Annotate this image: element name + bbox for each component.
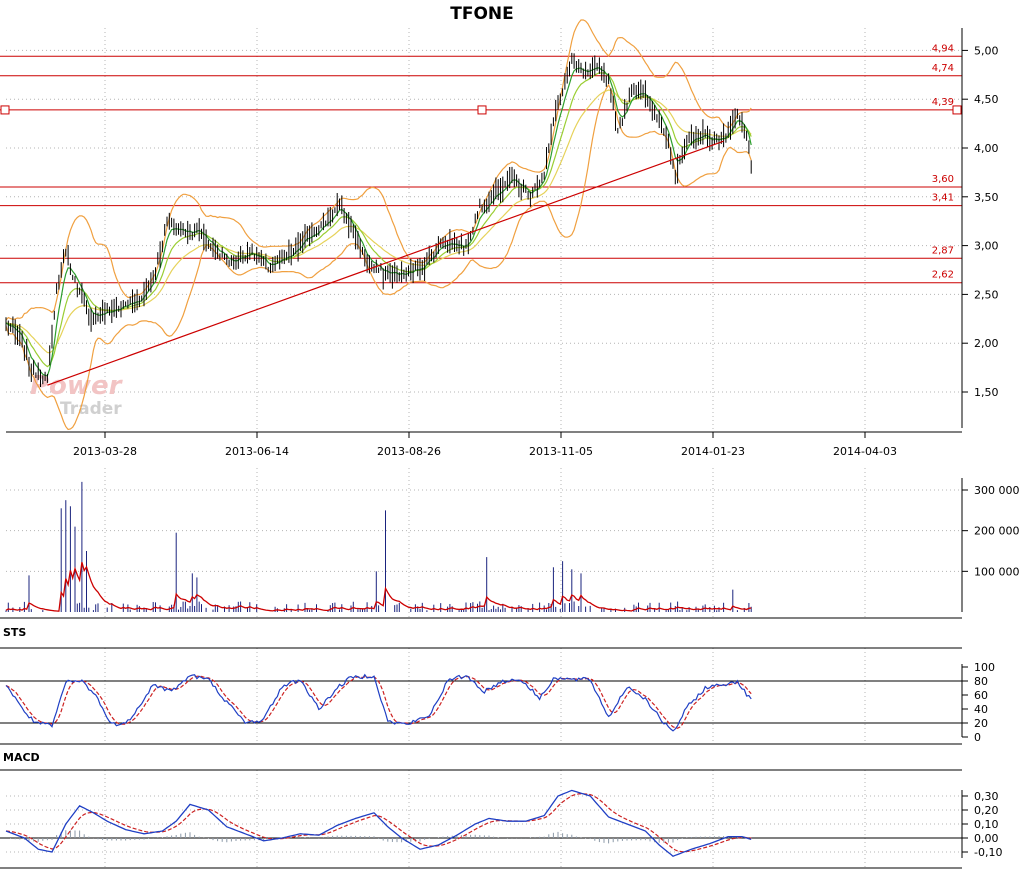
volume-y-tick-label: 100 000 xyxy=(974,565,1020,578)
price-y-tick-label: 2,00 xyxy=(974,337,999,350)
level-label: 4,94 xyxy=(932,43,954,54)
x-tick-label: 2013-03-28 xyxy=(73,445,137,458)
price-y-tick-label: 4,50 xyxy=(974,93,999,106)
x-tick-label: 2013-11-05 xyxy=(529,445,593,458)
macd-y-tick-label: 0,30 xyxy=(974,790,999,803)
sts-panel xyxy=(0,647,962,745)
ma-mid-line xyxy=(5,72,752,368)
price-y-tick-label: 3,00 xyxy=(974,240,999,253)
sts-y-tick-label: 100 xyxy=(974,661,995,674)
level-label: 3,60 xyxy=(932,174,954,185)
sts-y-tick-label: 0 xyxy=(974,731,981,744)
price-y-tick-label: 2,50 xyxy=(974,288,999,301)
macd-signal-line xyxy=(5,793,752,853)
price-y-tick-label: 4,00 xyxy=(974,142,999,155)
grid xyxy=(6,28,962,868)
handle-right xyxy=(952,105,962,115)
x-tick-label: 2013-06-14 xyxy=(225,445,289,458)
level-label: 4,74 xyxy=(932,63,954,74)
macd-y-tick-label: 0,20 xyxy=(974,804,999,817)
x-tick-label: 2014-01-23 xyxy=(681,445,745,458)
volume-y-tick-label: 300 000 xyxy=(974,484,1020,497)
macd-line xyxy=(5,789,752,857)
x-tick-label: 2014-04-03 xyxy=(833,445,897,458)
sts-y-tick-label: 20 xyxy=(974,717,988,730)
price-bars xyxy=(5,52,752,388)
price-y-tick-label: 1,50 xyxy=(974,386,999,399)
level-label: 2,62 xyxy=(932,270,954,281)
stock-chart: 4,94 4,74 4,39 3,60 3,41 2,87 2,62 Power Trade… xyxy=(0,0,1024,874)
level-label: 4,39 xyxy=(932,97,954,108)
bollinger-bands xyxy=(5,19,752,431)
x-tick-label: 2013-08-26 xyxy=(377,445,441,458)
sts-y-tick-label: 60 xyxy=(974,689,988,702)
axes: 1,50 2,00 2,50 3,00 3,50 4,00 4,50 5,00 100 000 2… xyxy=(6,28,1020,859)
macd-y-tick-label: 0,00 xyxy=(974,832,999,845)
trendline-support xyxy=(47,140,724,386)
watermark-line2: Trader xyxy=(60,399,122,419)
volume-panel xyxy=(0,481,962,619)
level-label: 2,87 xyxy=(932,245,954,256)
sts-y-tick-label: 40 xyxy=(974,703,988,716)
chart-title: TFONE xyxy=(450,4,514,24)
sts-d-line xyxy=(5,675,752,729)
ma-slow-line xyxy=(5,89,752,354)
price-y-tick-label: 5,00 xyxy=(974,44,999,57)
handle-mid xyxy=(477,105,487,115)
bollinger-upper-line xyxy=(5,19,752,321)
price-y-tick-label: 3,50 xyxy=(974,191,999,204)
trendline xyxy=(47,140,724,386)
macd-panel-label: MACD xyxy=(3,751,40,764)
macd-y-tick-label: -0,10 xyxy=(974,846,1002,859)
price-levels: 4,94 4,74 4,39 3,60 3,41 2,87 2,62 xyxy=(0,43,962,284)
sts-panel-label: STS xyxy=(3,626,26,639)
macd-panel xyxy=(0,769,962,869)
handle-left xyxy=(0,105,10,115)
volume-y-tick-label: 200 000 xyxy=(974,525,1020,538)
sts-y-tick-label: 80 xyxy=(974,675,988,688)
chart-canvas: 4,94 4,74 4,39 3,60 3,41 2,87 2,62 Power Trade… xyxy=(0,4,1020,869)
macd-y-tick-label: 0,10 xyxy=(974,818,999,831)
ma-fast-line xyxy=(5,67,752,377)
volume-average-line xyxy=(5,562,752,612)
level-label: 3,41 xyxy=(932,193,954,204)
moving-averages xyxy=(5,67,752,377)
watermark-line1: Power xyxy=(30,371,124,401)
